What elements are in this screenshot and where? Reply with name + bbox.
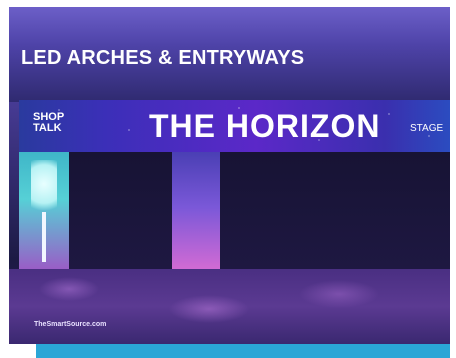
photo-caption: LED ARCHES & ENTRYWAYS — [21, 47, 305, 69]
event-photo: LED ARCHES & ENTRYWAYS SHOP TALK THE HOR… — [9, 7, 450, 344]
led-arch-banner: SHOP TALK THE HORIZON STAGE — [19, 100, 450, 152]
tree-trunk — [42, 212, 46, 262]
source-watermark: TheSmartSource.com — [34, 321, 107, 328]
arch-headline: THE HORIZON — [149, 108, 381, 144]
arch-subline: STAGE — [410, 123, 444, 134]
patterned-carpet — [9, 269, 450, 344]
logo-line-2: TALK — [33, 122, 62, 134]
accent-bar — [36, 344, 450, 358]
led-pillar-center — [172, 152, 220, 274]
led-pillar-left — [19, 152, 69, 270]
entryway-left — [69, 152, 172, 272]
entryway-right — [220, 152, 450, 272]
shoptalk-logo: SHOP TALK — [33, 112, 73, 134]
tree-graphic — [31, 160, 57, 220]
